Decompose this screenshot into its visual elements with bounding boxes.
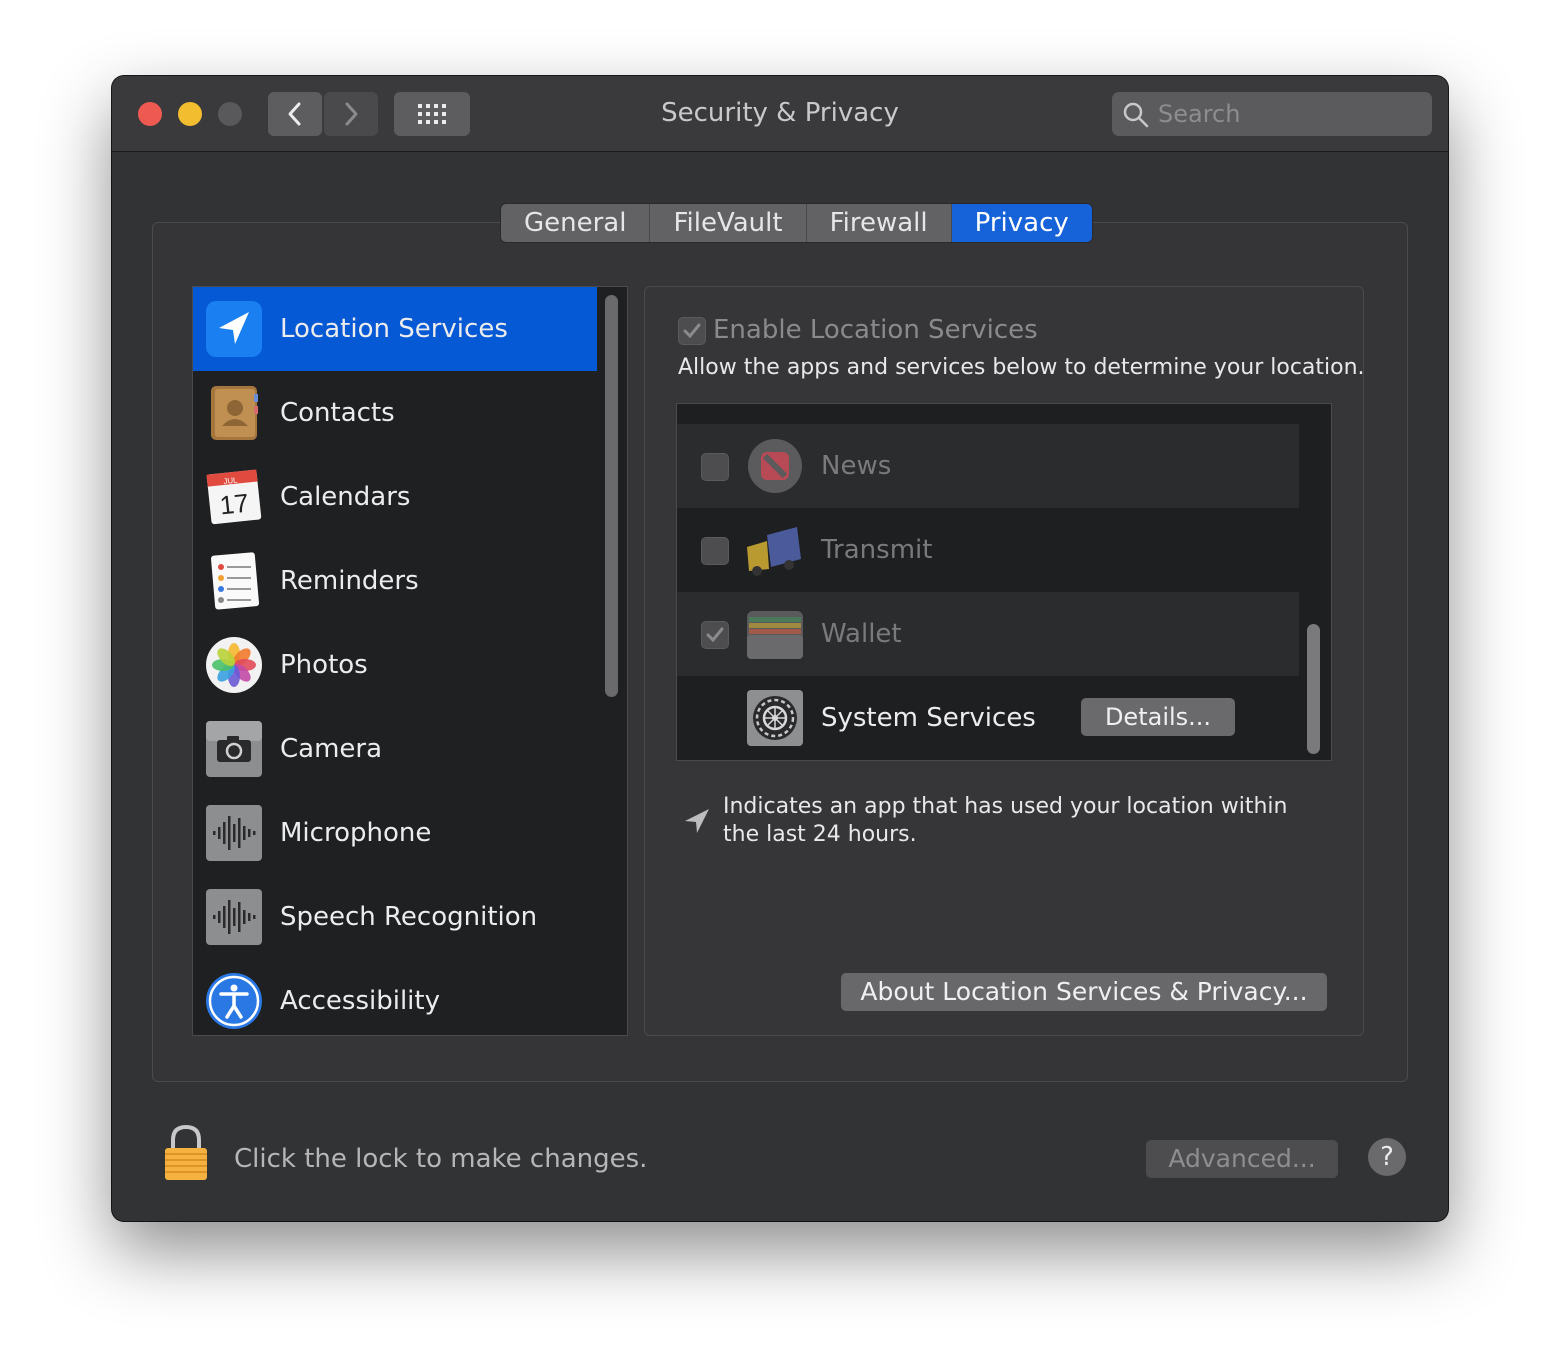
location-arrow-icon — [206, 301, 262, 357]
sidebar-item-label: Speech Recognition — [280, 902, 538, 932]
waveform-icon — [206, 805, 262, 861]
app-name: System Services — [821, 703, 1036, 733]
enable-location-checkbox[interactable] — [678, 317, 706, 345]
news-icon — [748, 439, 802, 493]
sidebar-item-location-services[interactable]: Location Services — [193, 287, 597, 371]
sidebar-item-label: Calendars — [280, 482, 411, 512]
waveform-icon — [206, 889, 262, 945]
sidebar-item-camera[interactable]: Camera — [193, 707, 597, 791]
sidebar-item-label: Photos — [280, 650, 368, 680]
location-services-panel: Enable Location Services Allow the apps … — [644, 286, 1365, 1036]
app-row-transmit[interactable]: Transmit — [677, 508, 1299, 592]
sidebar-item-photos[interactable]: Photos — [193, 623, 597, 707]
search-field[interactable]: Search — [1112, 92, 1432, 136]
sidebar-item-reminders[interactable]: Reminders — [193, 539, 597, 623]
sidebar-item-calendars[interactable]: JUL 17 Calendars — [193, 455, 597, 539]
app-name: Transmit — [821, 535, 933, 565]
app-name: Wallet — [821, 619, 902, 649]
search-icon — [1123, 102, 1149, 128]
location-apps-list: News Transmit Wallet System Services Det… — [676, 403, 1332, 761]
sidebar-item-label: Microphone — [280, 818, 432, 848]
privacy-category-list: Location Services Contacts JUL 17 Calend… — [192, 286, 628, 1036]
truck-icon — [747, 527, 801, 576]
allow-description: Allow the apps and services below to det… — [678, 355, 1365, 380]
enable-location-label: Enable Location Services — [713, 315, 1038, 345]
tab-firewall[interactable]: Firewall — [806, 204, 952, 242]
title-bar: Security & Privacy Search — [112, 76, 1448, 152]
tab-bar: General FileVault Firewall Privacy — [500, 203, 1093, 243]
tab-general[interactable]: General — [501, 204, 651, 242]
lock-message: Click the lock to make changes. — [234, 1144, 648, 1174]
wallet-checkbox[interactable] — [701, 621, 729, 649]
sidebar-item-label: Reminders — [280, 566, 419, 596]
checkmark-icon — [683, 323, 701, 339]
camera-icon — [206, 721, 262, 777]
reminders-list-icon — [210, 552, 260, 610]
app-row-system-services: System Services Details... — [677, 676, 1299, 760]
gear-icon — [747, 690, 803, 746]
sidebar-scrollbar[interactable] — [605, 295, 618, 697]
checkmark-icon — [706, 627, 724, 643]
help-button[interactable]: ? — [1368, 1138, 1406, 1176]
sidebar-item-label: Accessibility — [280, 986, 440, 1016]
tab-privacy[interactable]: Privacy — [951, 204, 1092, 242]
wallet-icon — [747, 611, 803, 659]
about-location-privacy-button[interactable]: About Location Services & Privacy... — [841, 973, 1327, 1011]
news-checkbox[interactable] — [701, 453, 729, 481]
list-item-partial — [677, 404, 1299, 424]
sidebar-item-label: Location Services — [280, 314, 508, 344]
location-arrow-icon — [685, 809, 709, 833]
apps-list-scrollbar[interactable] — [1307, 624, 1320, 754]
details-button[interactable]: Details... — [1081, 698, 1235, 736]
transmit-checkbox[interactable] — [701, 537, 729, 565]
sidebar-item-accessibility[interactable]: Accessibility — [193, 959, 597, 1035]
sidebar-item-contacts[interactable]: Contacts — [193, 371, 597, 455]
advanced-button[interactable]: Advanced... — [1146, 1140, 1338, 1178]
lock-icon[interactable] — [162, 1124, 210, 1182]
app-row-wallet[interactable]: Wallet — [677, 592, 1299, 676]
calendar-icon: JUL 17 — [206, 469, 262, 525]
sidebar-item-label: Contacts — [280, 398, 395, 428]
svg-text:JUL: JUL — [223, 476, 239, 486]
preferences-window: Security & Privacy Search General FileVa… — [112, 76, 1448, 1221]
sidebar-item-speech-recognition[interactable]: Speech Recognition — [193, 875, 597, 959]
svg-text:17: 17 — [218, 488, 250, 521]
app-row-news[interactable]: News — [677, 424, 1299, 508]
sidebar-item-label: Camera — [280, 734, 383, 764]
recent-use-note: Indicates an app that has used your loca… — [723, 794, 1288, 847]
search-placeholder: Search — [1158, 100, 1241, 128]
accessibility-icon — [206, 973, 262, 1029]
photos-flower-icon — [206, 637, 262, 693]
tab-filevault[interactable]: FileVault — [650, 204, 807, 242]
sidebar-item-microphone[interactable]: Microphone — [193, 791, 597, 875]
app-name: News — [821, 451, 892, 481]
contacts-book-icon — [211, 386, 258, 440]
